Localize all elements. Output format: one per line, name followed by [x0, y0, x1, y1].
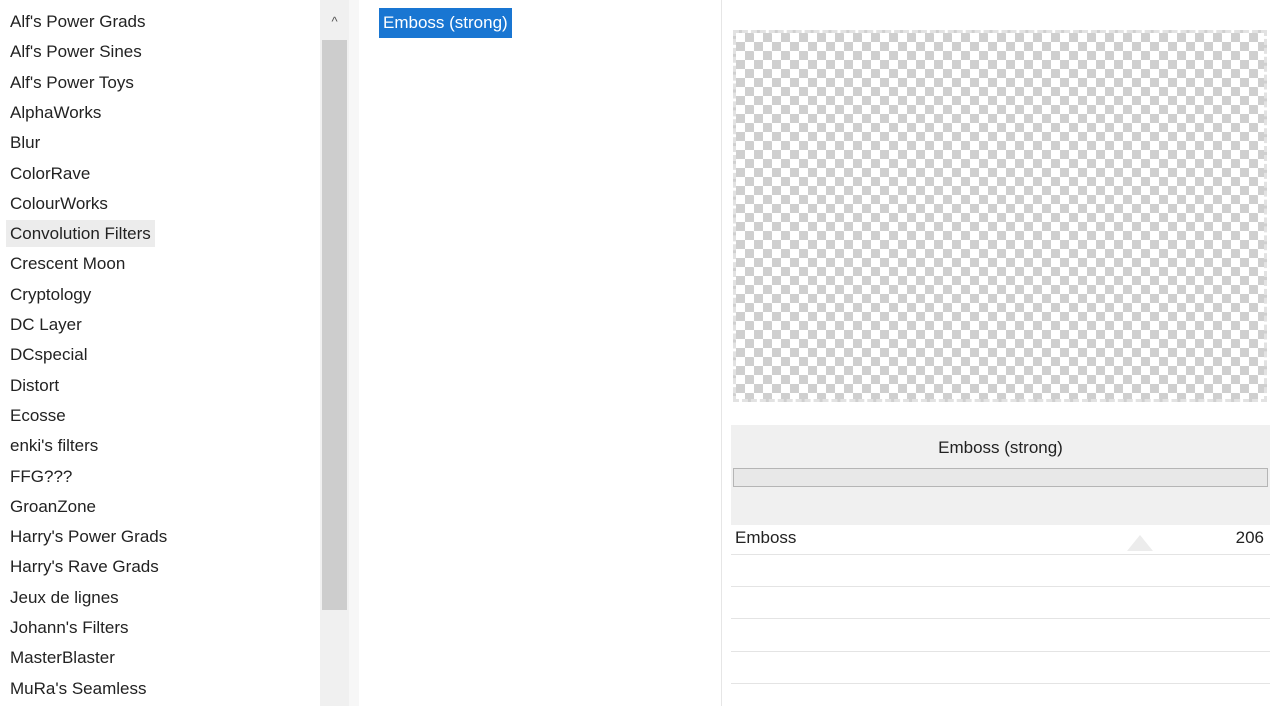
- filter-list[interactable]: Emboss (strong): [359, 0, 721, 706]
- chevron-up-icon[interactable]: ^: [320, 8, 349, 36]
- category-scrollbar[interactable]: ^: [320, 0, 349, 706]
- param-value: 206: [1235, 528, 1264, 547]
- category-item[interactable]: Alf's Power Grads: [6, 8, 150, 35]
- category-item[interactable]: AlphaWorks: [6, 99, 105, 126]
- preview-canvas: [733, 30, 1267, 402]
- category-item[interactable]: Distort: [6, 372, 63, 399]
- param-row-emboss[interactable]: Emboss 206: [731, 523, 1270, 555]
- param-row-empty-1: [731, 555, 1270, 587]
- category-item[interactable]: Harry's Power Grads: [6, 523, 171, 550]
- param-row-empty-3: [731, 620, 1270, 652]
- category-item[interactable]: Alf's Power Toys: [6, 69, 138, 96]
- pane-divider: [349, 0, 359, 706]
- pane-divider-right: [721, 0, 722, 706]
- category-item[interactable]: MuRa's Seamless: [6, 675, 150, 702]
- category-item[interactable]: Harry's Rave Grads: [6, 553, 163, 580]
- category-item[interactable]: Crescent Moon: [6, 250, 129, 277]
- param-name: Emboss: [735, 528, 797, 547]
- category-item[interactable]: Johann's Filters: [6, 614, 133, 641]
- param-row-empty-2: [731, 587, 1270, 619]
- category-item[interactable]: Blur: [6, 129, 44, 156]
- slider-thumb[interactable]: [1126, 535, 1153, 551]
- category-item[interactable]: ColorRave: [6, 160, 94, 187]
- category-item[interactable]: DCspecial: [6, 341, 91, 368]
- category-list[interactable]: Alf's Power Grads Alf's Power Sines Alf's …: [0, 8, 320, 706]
- category-item[interactable]: Convolution Filters: [6, 220, 155, 248]
- progress-bar: [733, 468, 1268, 487]
- param-row-empty-4: [731, 652, 1270, 684]
- category-item[interactable]: Cryptology: [6, 281, 95, 308]
- category-item[interactable]: Ecosse: [6, 402, 70, 429]
- scrollbar-thumb[interactable]: [322, 40, 347, 610]
- category-item[interactable]: GroanZone: [6, 493, 100, 520]
- filter-title: Emboss (strong): [938, 438, 1063, 457]
- category-item[interactable]: DC Layer: [6, 311, 86, 338]
- category-item[interactable]: FFG???: [6, 463, 76, 490]
- filter-title-bar: Emboss (strong): [731, 425, 1270, 525]
- category-item[interactable]: enki's filters: [6, 432, 102, 459]
- category-item[interactable]: Jeux de lignes: [6, 584, 123, 611]
- category-item[interactable]: Alf's Power Sines: [6, 38, 146, 65]
- filter-dialog: Alf's Power Grads Alf's Power Sines Alf's …: [0, 0, 1270, 706]
- filter-item-emboss-strong[interactable]: Emboss (strong): [379, 8, 512, 38]
- category-item[interactable]: ColourWorks: [6, 190, 112, 217]
- category-item[interactable]: MasterBlaster: [6, 644, 119, 671]
